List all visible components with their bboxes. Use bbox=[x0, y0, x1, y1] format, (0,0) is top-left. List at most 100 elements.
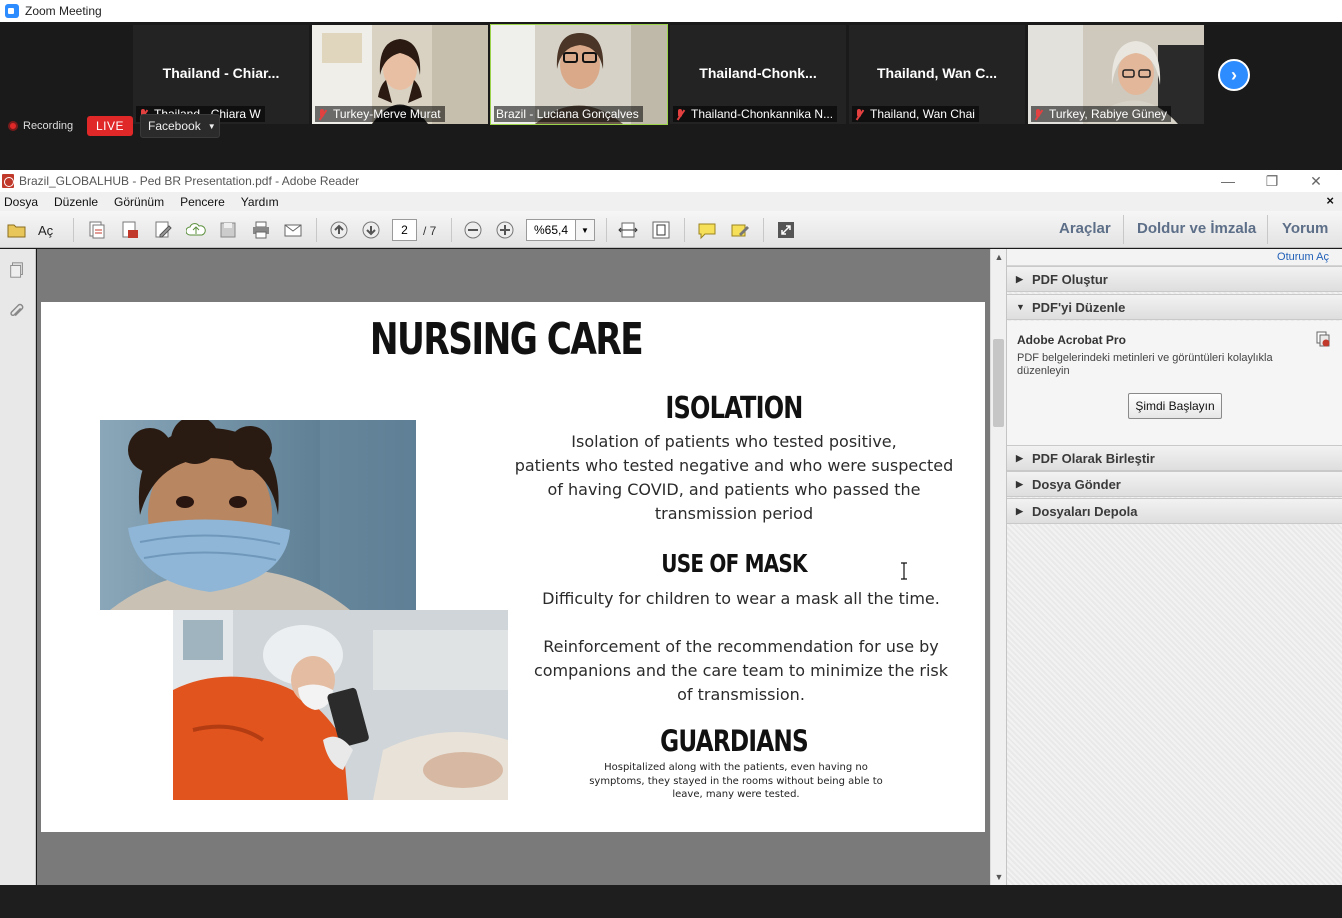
comment-tab[interactable]: Yorum bbox=[1282, 220, 1328, 237]
mic-muted-icon bbox=[1033, 108, 1044, 120]
zoom-window-title: Zoom Meeting bbox=[25, 4, 102, 18]
sign-in-link[interactable]: Oturum Aç bbox=[1277, 251, 1329, 263]
main-toolbar: Aç 2 / 7 %65,4 ▼ Araçlar Doldur ve İmzal… bbox=[0, 211, 1342, 248]
participant-tile[interactable]: Turkey, Rabiye Güney bbox=[1028, 25, 1204, 124]
toolbar-separator bbox=[684, 218, 685, 242]
participant-name: Brazil - Luciana Gonçalves bbox=[496, 107, 639, 121]
cloud-upload-icon bbox=[186, 223, 206, 236]
restore-button[interactable]: ❐ bbox=[1250, 170, 1294, 192]
arrow-up-circle-icon bbox=[330, 221, 348, 239]
product-name: Adobe Acrobat Pro bbox=[1017, 333, 1126, 347]
triangle-right-icon: ▶ bbox=[1016, 452, 1023, 463]
recording-indicator[interactable]: Recording bbox=[8, 115, 73, 137]
body-line: of transmission. bbox=[677, 685, 805, 704]
highlight-button[interactable] bbox=[729, 219, 751, 241]
zoom-dropdown-button[interactable]: ▼ bbox=[575, 219, 595, 241]
plus-circle-icon bbox=[496, 221, 514, 239]
scroll-down-icon[interactable]: ▼ bbox=[991, 870, 1007, 884]
mic-muted-icon bbox=[317, 108, 328, 120]
fill-sign-tab[interactable]: Doldur ve İmzala bbox=[1137, 220, 1256, 237]
slide-title: NURSING CARE bbox=[369, 314, 644, 365]
panel-section-edit-pdf[interactable]: ▼ PDF'yi Düzenle bbox=[1007, 294, 1342, 320]
panel-section-store-files[interactable]: ▶ Dosyaları Depola bbox=[1007, 498, 1342, 524]
text-cursor-icon bbox=[901, 562, 907, 580]
save-button[interactable] bbox=[217, 219, 239, 241]
attachments-button[interactable] bbox=[6, 301, 28, 323]
fit-page-icon bbox=[652, 221, 670, 239]
export-pdf-button[interactable] bbox=[119, 219, 141, 241]
participant-tile-active-speaker[interactable]: Brazil - Luciana Gonçalves bbox=[490, 24, 668, 125]
open-label[interactable]: Aç bbox=[38, 223, 53, 238]
pdf-file-icon bbox=[2, 174, 14, 188]
panel-section-combine-pdf[interactable]: ▶ PDF Olarak Birleştir bbox=[1007, 445, 1342, 471]
menu-item-edit[interactable]: Düzenle bbox=[54, 195, 98, 209]
document-view[interactable]: NURSING CARE ISOLATION Isolation of pati… bbox=[37, 249, 990, 885]
save-disk-icon bbox=[220, 222, 236, 238]
previous-page-button[interactable] bbox=[328, 219, 350, 241]
print-button[interactable] bbox=[250, 219, 272, 241]
participant-label: Thailand-Chonkannika N... bbox=[673, 106, 838, 122]
document-scrollbar[interactable]: ▲ ▼ bbox=[990, 249, 1006, 885]
participant-display-name: Thailand, Wan C... bbox=[876, 65, 998, 81]
body-line: of having COVID, and patients who passed… bbox=[547, 480, 921, 499]
next-page-button[interactable]: › bbox=[1218, 59, 1250, 91]
open-folder-button[interactable] bbox=[6, 219, 28, 241]
envelope-icon bbox=[284, 224, 302, 237]
page-number-input[interactable]: 2 bbox=[392, 219, 417, 241]
next-page-button-pdf[interactable] bbox=[360, 219, 382, 241]
navigation-pane bbox=[0, 249, 36, 885]
edit-pdf-content: Adobe Acrobat Pro PDF belgelerindeki met… bbox=[1007, 321, 1342, 445]
section-body-mask: Difficulty for children to wear a mask a… bbox=[511, 587, 971, 707]
stream-target-label: Facebook bbox=[148, 119, 201, 133]
participant-label: Thailand, Wan Chai bbox=[852, 106, 979, 122]
participant-tile[interactable]: Turkey-Merve Murat bbox=[312, 25, 488, 124]
menu-item-help[interactable]: Yardım bbox=[241, 195, 279, 209]
zoom-out-button[interactable] bbox=[462, 219, 484, 241]
highlighter-icon bbox=[731, 224, 749, 237]
email-button[interactable] bbox=[282, 219, 304, 241]
stream-target-dropdown[interactable]: Facebook ▼ bbox=[140, 114, 220, 138]
participant-tile[interactable]: Thailand, Wan C... Thailand, Wan Chai bbox=[849, 25, 1025, 124]
start-now-button[interactable]: Şimdi Başlayın bbox=[1128, 393, 1222, 419]
section-heading-guardians: GUARDIANS bbox=[660, 724, 809, 758]
tools-tab[interactable]: Araçlar bbox=[1059, 220, 1111, 237]
full-screen-button[interactable] bbox=[775, 219, 797, 241]
menu-item-view[interactable]: Görünüm bbox=[114, 195, 164, 209]
edit-document-icon bbox=[155, 221, 172, 238]
zoom-title-bar: Zoom Meeting bbox=[0, 0, 1342, 22]
upload-cloud-button[interactable] bbox=[185, 219, 207, 241]
pages-icon bbox=[10, 262, 23, 278]
toolbar-separator bbox=[606, 218, 607, 242]
close-document-button[interactable]: × bbox=[1326, 193, 1334, 208]
fit-width-icon bbox=[618, 222, 638, 238]
menu-item-window[interactable]: Pencere bbox=[180, 195, 225, 209]
edit-pdf-button[interactable] bbox=[152, 219, 174, 241]
scrollbar-thumb[interactable] bbox=[993, 339, 1004, 427]
child-with-mask-photo bbox=[100, 420, 416, 610]
page-thumbnails-button[interactable] bbox=[6, 259, 28, 281]
panel-section-send-file[interactable]: ▶ Dosya Gönder bbox=[1007, 471, 1342, 497]
zoom-in-button[interactable] bbox=[494, 219, 516, 241]
participant-tile[interactable]: Thailand - Chiar... Thailand - Chiara W bbox=[133, 25, 309, 124]
body-line: Isolation of patients who tested positiv… bbox=[571, 432, 897, 451]
zoom-level-input[interactable]: %65,4 bbox=[526, 219, 576, 241]
add-comment-button[interactable] bbox=[696, 219, 718, 241]
participant-tile[interactable]: Thailand-Chonk... Thailand-Chonkannika N… bbox=[670, 25, 846, 124]
mic-muted-icon bbox=[675, 108, 686, 120]
create-pdf-button[interactable] bbox=[86, 219, 108, 241]
fit-width-button[interactable] bbox=[617, 219, 639, 241]
panel-section-create-pdf[interactable]: ▶ PDF Oluştur bbox=[1007, 266, 1342, 292]
fit-page-button[interactable] bbox=[650, 219, 672, 241]
participant-display-name: Thailand - Chiar... bbox=[162, 65, 280, 81]
scroll-up-icon[interactable]: ▲ bbox=[991, 250, 1007, 264]
section-heading-mask: USE OF MASK bbox=[661, 549, 807, 578]
section-label: PDF Oluştur bbox=[1032, 271, 1108, 287]
toolbar-separator bbox=[763, 218, 764, 242]
triangle-right-icon: ▶ bbox=[1016, 505, 1023, 516]
minimize-button[interactable]: — bbox=[1206, 170, 1250, 192]
menu-item-file[interactable]: Dosya bbox=[4, 195, 38, 209]
paperclip-icon bbox=[10, 303, 24, 317]
close-window-button[interactable]: ✕ bbox=[1294, 170, 1338, 192]
toolbar-separator bbox=[316, 218, 317, 242]
section-body-guardians: Hospitalized along with the patients, ev… bbox=[561, 761, 911, 802]
